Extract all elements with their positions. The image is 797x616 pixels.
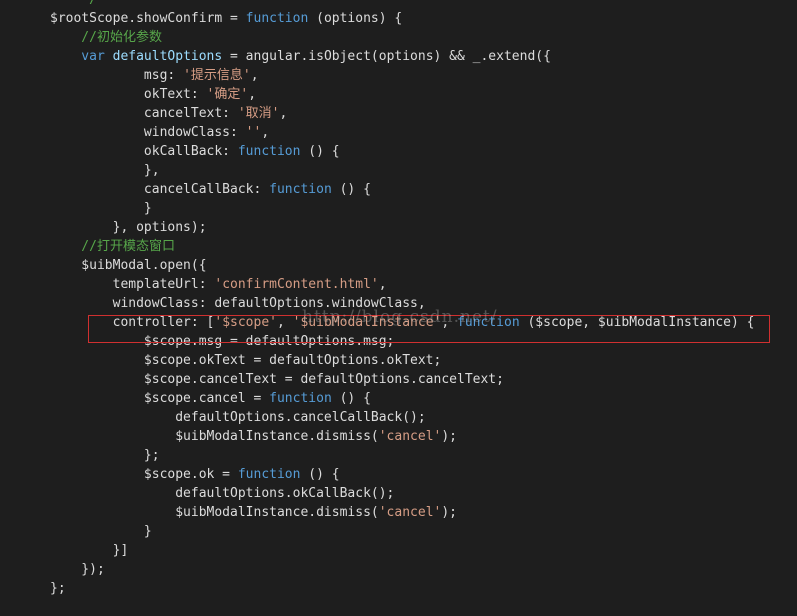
- code-token: $uibModalInstance.dismiss(: [50, 505, 379, 520]
- code-line[interactable]: cancelText: '取消',: [50, 104, 754, 123]
- code-line[interactable]: okCallBack: function () {: [50, 142, 754, 161]
- code-token: windowClass: defaultOptions.windowClass,: [50, 296, 426, 311]
- code-line[interactable]: windowClass: '',: [50, 123, 754, 142]
- code-line[interactable]: var defaultOptions = angular.isObject(op…: [50, 47, 754, 66]
- code-line[interactable]: windowClass: defaultOptions.windowClass,: [50, 294, 754, 313]
- code-token: () {: [331, 391, 371, 406]
- code-token: () {: [300, 144, 340, 159]
- code-token: $scope.msg = defaultOptions.msg;: [50, 334, 395, 349]
- code-token: '$uibModalInstance': [292, 315, 442, 330]
- code-line[interactable]: msg: '提示信息',: [50, 66, 754, 85]
- code-line[interactable]: $rootScope.showConfirm = function (optio…: [50, 9, 754, 28]
- code-line[interactable]: },: [50, 161, 754, 180]
- code-token: $scope.okText = defaultOptions.okText;: [50, 353, 442, 368]
- code-token: 'confirmContent.html': [214, 277, 379, 292]
- code-line[interactable]: controller: ['$scope', '$uibModalInstanc…: [50, 313, 755, 332]
- code-token: okCallBack:: [50, 144, 238, 159]
- code-token: //初始化参数: [50, 30, 162, 45]
- code-token: $rootScope.showConfirm =: [50, 11, 246, 26]
- code-line[interactable]: $uibModalInstance.dismiss('cancel');: [50, 503, 754, 522]
- code-token: function: [237, 467, 301, 482]
- code-line[interactable]: }]: [50, 541, 754, 560]
- code-token: ($scope, $uibModalInstance) {: [519, 315, 755, 330]
- code-token: }, options);: [50, 220, 207, 235]
- code-line[interactable]: $uibModalInstance.dismiss('cancel');: [50, 427, 754, 446]
- code-token: '取消': [237, 106, 280, 121]
- code-line[interactable]: };: [50, 446, 754, 465]
- code-token: '提示信息': [183, 68, 251, 83]
- code-token: };: [50, 581, 66, 596]
- code-token: $scope.cancel =: [50, 391, 270, 406]
- code-token: '': [245, 125, 262, 140]
- code-token: ,: [279, 106, 288, 121]
- code-token: * */: [50, 0, 97, 7]
- code-line[interactable]: $scope.ok = function () {: [50, 465, 754, 484]
- code-token: },: [50, 163, 160, 178]
- code-token: function: [269, 182, 332, 197]
- code-token: windowClass:: [50, 125, 246, 140]
- code-token: cancelText:: [50, 106, 238, 121]
- code-line[interactable]: });: [50, 560, 754, 579]
- code-token: );: [441, 429, 458, 444]
- code-token: 'cancel': [378, 505, 442, 520]
- code-line[interactable]: //打开模态窗口: [50, 237, 754, 256]
- code-line[interactable]: cancelCallBack: function () {: [50, 180, 754, 199]
- code-token: $scope.cancelText = defaultOptions.cance…: [50, 372, 504, 387]
- code-token: '确定': [206, 87, 249, 102]
- code-line[interactable]: $uibModal.open({: [50, 256, 754, 275]
- code-token: () {: [300, 467, 340, 482]
- code-line[interactable]: //初始化参数: [50, 28, 754, 47]
- code-token: function: [237, 144, 301, 159]
- code-token: ,: [277, 315, 293, 330]
- code-token: msg:: [50, 68, 184, 83]
- code-line[interactable]: }: [50, 199, 754, 218]
- code-token: ,: [248, 87, 257, 102]
- code-line[interactable]: $scope.cancelText = defaultOptions.cance…: [50, 370, 754, 389]
- code-token: });: [50, 562, 105, 577]
- code-token: templateUrl:: [50, 277, 215, 292]
- code-line[interactable]: defaultOptions.cancelCallBack();: [50, 408, 754, 427]
- code-line[interactable]: okText: '确定',: [50, 85, 754, 104]
- code-token: ,: [250, 68, 259, 83]
- code-token: ,: [261, 125, 270, 140]
- code-token: var: [50, 49, 105, 64]
- code-line[interactable]: defaultOptions.okCallBack();: [50, 484, 754, 503]
- code-token: cancelCallBack:: [50, 182, 270, 197]
- code-token: okText:: [50, 87, 207, 102]
- code-line[interactable]: }, options);: [50, 218, 754, 237]
- code-token: (options) {: [308, 11, 403, 26]
- code-line[interactable]: templateUrl: 'confirmContent.html',: [50, 275, 754, 294]
- code-token: $scope.ok =: [50, 467, 238, 482]
- code-lines: * */ $rootScope.showConfirm = function (o…: [50, 0, 754, 598]
- code-token: ,: [378, 277, 387, 292]
- code-editor[interactable]: * */ $rootScope.showConfirm = function (o…: [0, 0, 797, 616]
- code-token: }: [50, 201, 152, 216]
- code-token: }: [50, 524, 152, 539]
- code-token: $uibModal.open({: [50, 258, 207, 273]
- code-token: function: [245, 11, 309, 26]
- code-token: //打开模态窗口: [50, 239, 175, 254]
- code-line[interactable]: $scope.cancel = function () {: [50, 389, 754, 408]
- code-token: defaultOptions.cancelCallBack();: [50, 410, 426, 425]
- code-token: $uibModalInstance.dismiss(: [50, 429, 379, 444]
- code-token: controller: [: [50, 315, 215, 330]
- code-line[interactable]: };: [50, 579, 754, 598]
- code-line[interactable]: }: [50, 522, 754, 541]
- code-token: 'cancel': [378, 429, 442, 444]
- code-token: function: [269, 391, 332, 406]
- code-token: '$scope': [214, 315, 277, 330]
- code-token: );: [441, 505, 458, 520]
- code-token: };: [50, 448, 160, 463]
- code-token: }]: [50, 543, 129, 558]
- code-token: defaultOptions.okCallBack();: [50, 486, 395, 501]
- code-token: = angular.isObject(options) && _.extend(…: [222, 49, 551, 64]
- code-token: () {: [331, 182, 371, 197]
- code-token: defaultOptions: [112, 49, 223, 64]
- code-line[interactable]: $scope.okText = defaultOptions.okText;: [50, 351, 754, 370]
- code-token: ,: [441, 315, 458, 330]
- code-line[interactable]: $scope.msg = defaultOptions.msg;: [50, 332, 754, 351]
- code-token: function: [457, 315, 520, 330]
- code-line[interactable]: * */: [50, 0, 754, 9]
